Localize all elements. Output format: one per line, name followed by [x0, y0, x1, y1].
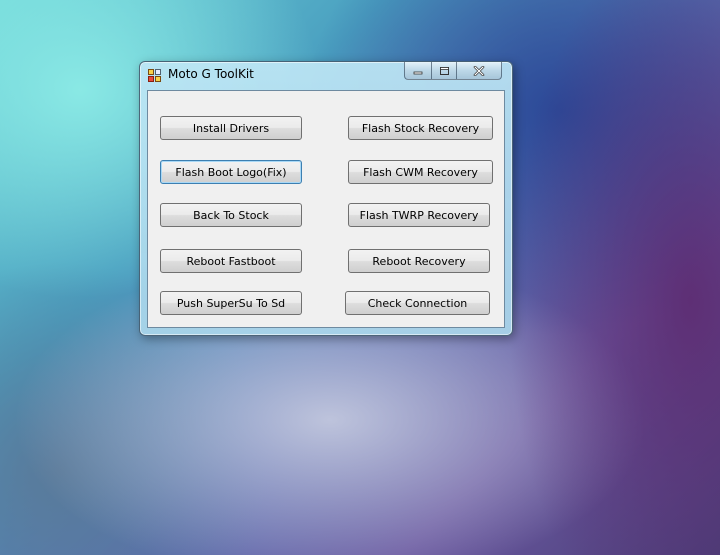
install-drivers-button[interactable]: Install Drivers	[160, 116, 302, 140]
caption-buttons	[404, 62, 502, 81]
close-icon	[473, 65, 485, 76]
flash-twrp-recovery-button[interactable]: Flash TWRP Recovery	[348, 203, 490, 227]
app-icon	[148, 69, 161, 82]
close-button[interactable]	[456, 62, 502, 80]
check-connection-button[interactable]: Check Connection	[345, 291, 490, 315]
minimize-icon	[413, 71, 423, 74]
toolkit-window: Moto G ToolKit Install Drivers Flash Boo…	[139, 61, 513, 336]
reboot-fastboot-button[interactable]: Reboot Fastboot	[160, 249, 302, 273]
flash-stock-recovery-button[interactable]: Flash Stock Recovery	[348, 116, 493, 140]
title-bar[interactable]: Moto G ToolKit	[140, 62, 512, 88]
client-area: Install Drivers Flash Boot Logo(Fix) Bac…	[147, 90, 505, 328]
back-to-stock-button[interactable]: Back To Stock	[160, 203, 302, 227]
window-title: Moto G ToolKit	[168, 67, 254, 81]
minimize-button[interactable]	[404, 62, 431, 80]
push-supersu-button[interactable]: Push SuperSu To Sd	[160, 291, 302, 315]
flash-boot-logo-button[interactable]: Flash Boot Logo(Fix)	[160, 160, 302, 184]
desktop-background: Moto G ToolKit Install Drivers Flash Boo…	[0, 0, 720, 555]
flash-cwm-recovery-button[interactable]: Flash CWM Recovery	[348, 160, 493, 184]
reboot-recovery-button[interactable]: Reboot Recovery	[348, 249, 490, 273]
maximize-icon	[439, 66, 449, 75]
maximize-button[interactable]	[431, 62, 456, 80]
